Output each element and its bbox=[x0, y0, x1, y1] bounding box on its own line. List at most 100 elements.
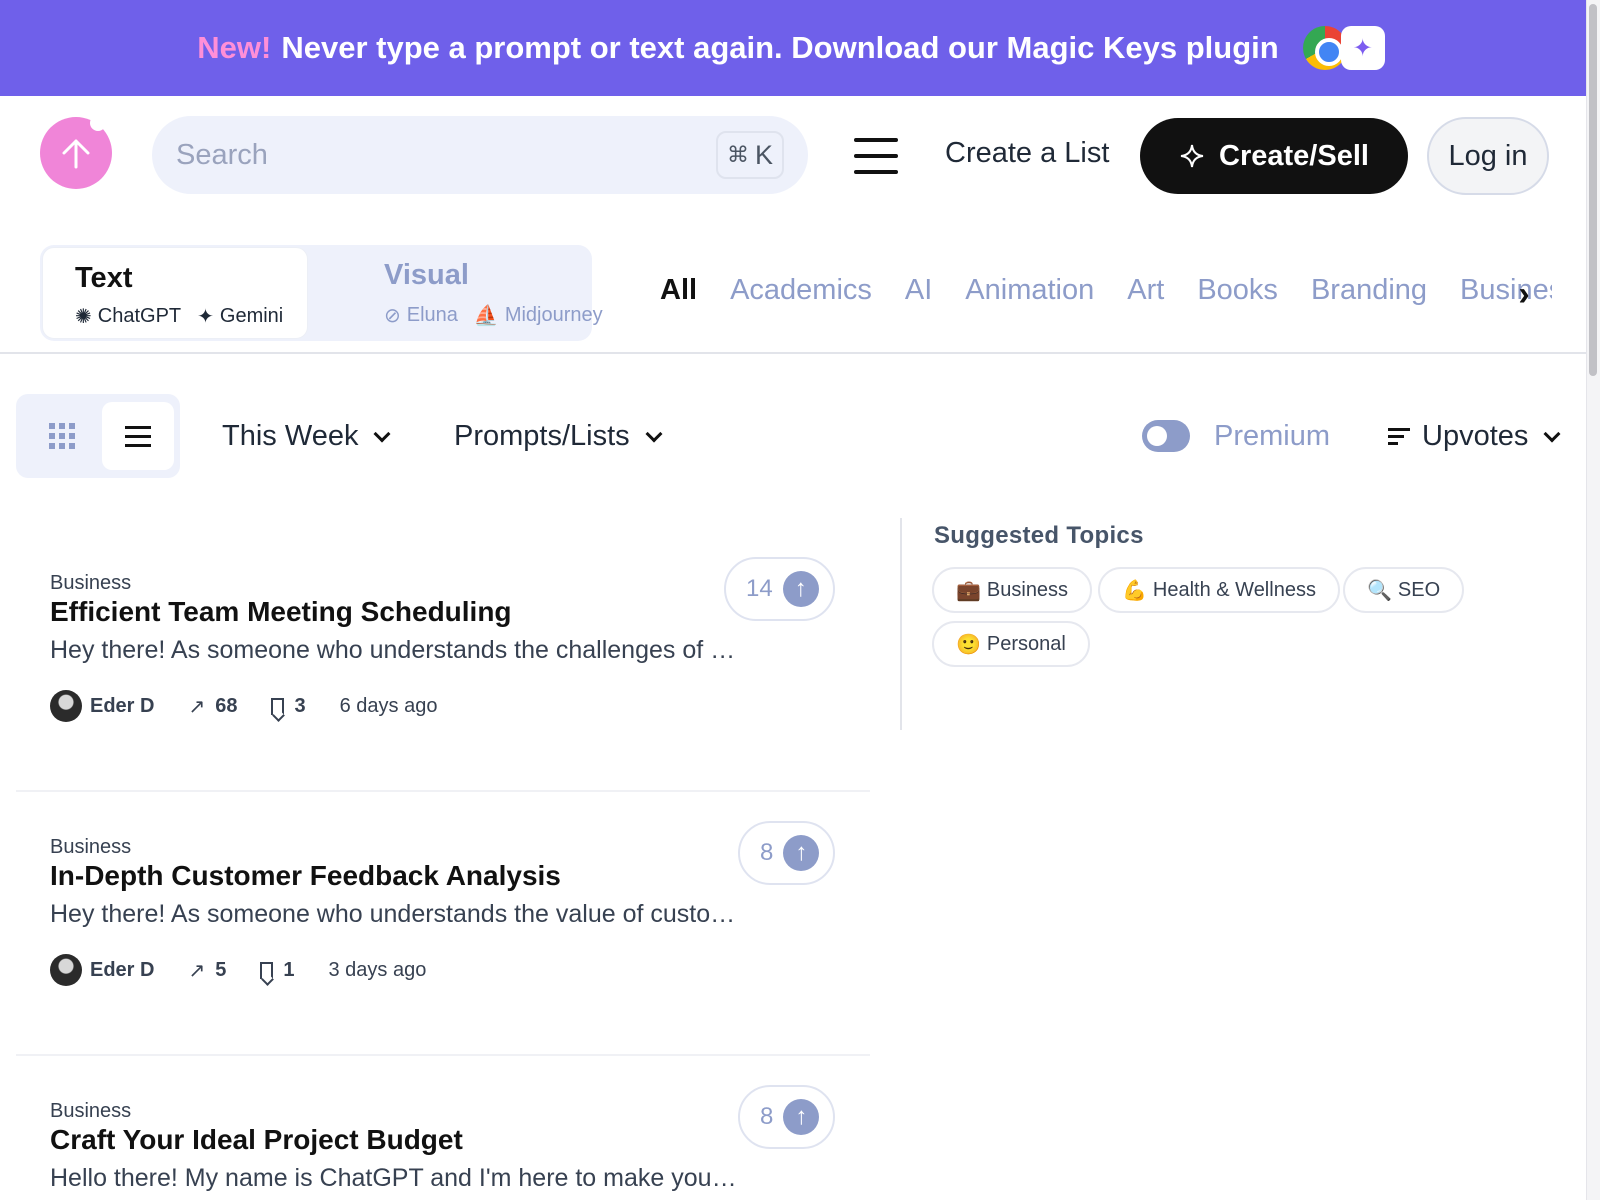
sort-dropdown[interactable]: Upvotes bbox=[1388, 420, 1561, 453]
upvote-arrow-icon bbox=[62, 139, 90, 169]
model-gemini: Gemini bbox=[219, 305, 284, 327]
upvote-button[interactable]: 8 ↑ bbox=[738, 1085, 836, 1149]
prompt-card[interactable]: Business In-Depth Customer Feedback Anal… bbox=[16, 792, 870, 1056]
model-midjourney: Midjourney bbox=[504, 304, 603, 326]
text-tab-title: Text bbox=[75, 262, 133, 294]
category-academics[interactable]: Academics bbox=[730, 274, 872, 314]
model-eluna: Eluna bbox=[406, 304, 458, 326]
views-stat: ↗ 68 bbox=[188, 694, 237, 719]
trend-arrow-icon: ↗ bbox=[188, 959, 206, 982]
sidebar-divider bbox=[900, 518, 902, 730]
topic-label: Business bbox=[986, 578, 1069, 601]
sort-icon bbox=[1388, 428, 1410, 445]
promo-banner[interactable]: New! Never type a prompt or text again. … bbox=[0, 0, 1586, 96]
tab-text-models[interactable]: Text ✺ ChatGPT ✦ Gemini bbox=[42, 247, 308, 339]
shortcut-key: K bbox=[754, 139, 773, 170]
visual-models: ⊘ Eluna ⛵ Midjourney bbox=[384, 303, 603, 328]
chevron-down-icon bbox=[645, 425, 663, 442]
content-type-dropdown[interactable]: Prompts/Lists bbox=[454, 420, 663, 453]
chatgpt-icon: ✺ bbox=[75, 306, 92, 328]
upvote-count: 8 bbox=[760, 1103, 774, 1130]
scrollbar[interactable] bbox=[1586, 0, 1600, 1200]
premium-label: Premium bbox=[1214, 420, 1331, 452]
upvote-button[interactable]: 8 ↑ bbox=[738, 821, 836, 885]
prompt-description: Hey there! As someone who understands th… bbox=[50, 900, 738, 928]
banner-extension-icons[interactable]: ✦ bbox=[1302, 24, 1389, 72]
banner-message[interactable]: Never type a prompt or text again. Downl… bbox=[281, 30, 1278, 66]
prompt-card[interactable]: Business Craft Your Ideal Project Budget… bbox=[16, 1056, 870, 1200]
magic-wand-icon: ✦ bbox=[1340, 26, 1385, 70]
trend-arrow-icon: ↗ bbox=[188, 695, 206, 718]
sparkle-icon bbox=[1180, 144, 1204, 168]
period-value: This Week bbox=[222, 420, 359, 452]
bookmark-icon bbox=[260, 961, 274, 979]
prompt-title[interactable]: Efficient Team Meeting Scheduling bbox=[50, 596, 512, 628]
category-all[interactable]: All bbox=[660, 274, 697, 314]
gemini-icon: ✦ bbox=[197, 306, 214, 328]
category-animation[interactable]: Animation bbox=[965, 274, 1094, 314]
search-input[interactable] bbox=[176, 138, 716, 172]
arrow-up-icon: ↑ bbox=[783, 835, 820, 871]
prompt-title[interactable]: Craft Your Ideal Project Budget bbox=[50, 1124, 463, 1156]
site-logo[interactable] bbox=[40, 115, 112, 189]
prompt-description: Hey there! As someone who understands th… bbox=[50, 636, 736, 664]
scrollbar-thumb[interactable] bbox=[1589, 4, 1597, 376]
chevron-down-icon bbox=[1543, 425, 1561, 442]
author-name[interactable]: Eder D bbox=[90, 959, 154, 982]
content-type-value: Prompts/Lists bbox=[454, 420, 630, 452]
chevron-right-icon[interactable]: › bbox=[1508, 275, 1540, 313]
prompt-meta: Eder D ↗ 68 3 6 days ago bbox=[50, 690, 437, 722]
prompt-card[interactable]: Business Efficient Team Meeting Scheduli… bbox=[16, 528, 870, 792]
tab-visual-models[interactable]: Visual ⊘ Eluna ⛵ Midjourney bbox=[310, 247, 603, 339]
category-ai[interactable]: AI bbox=[905, 274, 932, 314]
topic-chip-health-wellness[interactable]: 💪 Health & Wellness bbox=[1098, 567, 1340, 613]
suggested-topics-title: Suggested Topics bbox=[934, 522, 1144, 549]
views-stat: ↗ 5 bbox=[188, 958, 226, 983]
model-switcher: Text ✺ ChatGPT ✦ Gemini Visual ⊘ Eluna ⛵… bbox=[40, 245, 603, 341]
command-key-icon: ⌘ bbox=[726, 142, 749, 167]
create-sell-button[interactable]: Create/Sell bbox=[1140, 118, 1408, 194]
author-name[interactable]: Eder D bbox=[90, 695, 154, 718]
visual-tab-title: Visual bbox=[384, 259, 469, 291]
post-time: 6 days ago bbox=[339, 694, 438, 717]
briefcase-icon: 💼 bbox=[956, 579, 981, 602]
topic-label: Personal bbox=[986, 632, 1066, 655]
topic-chip-seo[interactable]: 🔍 SEO bbox=[1343, 567, 1465, 613]
category-books[interactable]: Books bbox=[1197, 274, 1278, 314]
avatar[interactable] bbox=[50, 690, 82, 722]
premium-toggle[interactable] bbox=[1142, 420, 1190, 452]
prompt-category: Business bbox=[50, 1100, 132, 1122]
upvote-count: 8 bbox=[760, 839, 774, 866]
topic-chip-personal[interactable]: 🙂 Personal bbox=[932, 621, 1090, 667]
bookmark-icon bbox=[271, 697, 285, 715]
saves-stat: 3 bbox=[271, 695, 306, 718]
post-time: 3 days ago bbox=[328, 958, 427, 981]
arrow-up-icon: ↑ bbox=[783, 1099, 820, 1135]
period-dropdown[interactable]: This Week bbox=[222, 420, 391, 453]
login-button[interactable]: Log in bbox=[1427, 117, 1549, 195]
create-list-link[interactable]: Create a List bbox=[945, 137, 1109, 170]
upvote-count: 14 bbox=[746, 575, 773, 602]
menu-icon[interactable] bbox=[854, 138, 898, 174]
midjourney-icon: ⛵ bbox=[473, 305, 499, 327]
magnifier-icon: 🔍 bbox=[1367, 579, 1392, 602]
banner-new-label: New! bbox=[197, 30, 272, 65]
saves-count: 1 bbox=[283, 958, 295, 981]
views-count: 68 bbox=[215, 694, 238, 717]
create-sell-label: Create/Sell bbox=[1219, 139, 1369, 172]
list-view-icon[interactable] bbox=[102, 402, 174, 470]
category-branding[interactable]: Branding bbox=[1311, 274, 1427, 314]
topic-label: SEO bbox=[1397, 578, 1441, 601]
upvote-button[interactable]: 14 ↑ bbox=[724, 557, 835, 621]
search-shortcut: ⌘ K bbox=[716, 131, 784, 179]
prompt-title[interactable]: In-Depth Customer Feedback Analysis bbox=[50, 860, 561, 892]
topic-chip-business[interactable]: 💼 Business bbox=[932, 567, 1093, 613]
smiley-icon: 🙂 bbox=[956, 633, 981, 656]
model-chatgpt: ChatGPT bbox=[97, 305, 182, 327]
avatar[interactable] bbox=[50, 954, 82, 986]
search-bar[interactable]: ⌘ K bbox=[152, 116, 808, 194]
chevron-down-icon bbox=[373, 425, 391, 442]
prompt-meta: Eder D ↗ 5 1 3 days ago bbox=[50, 954, 426, 986]
category-art[interactable]: Art bbox=[1127, 274, 1164, 314]
grid-view-icon[interactable] bbox=[26, 402, 98, 470]
